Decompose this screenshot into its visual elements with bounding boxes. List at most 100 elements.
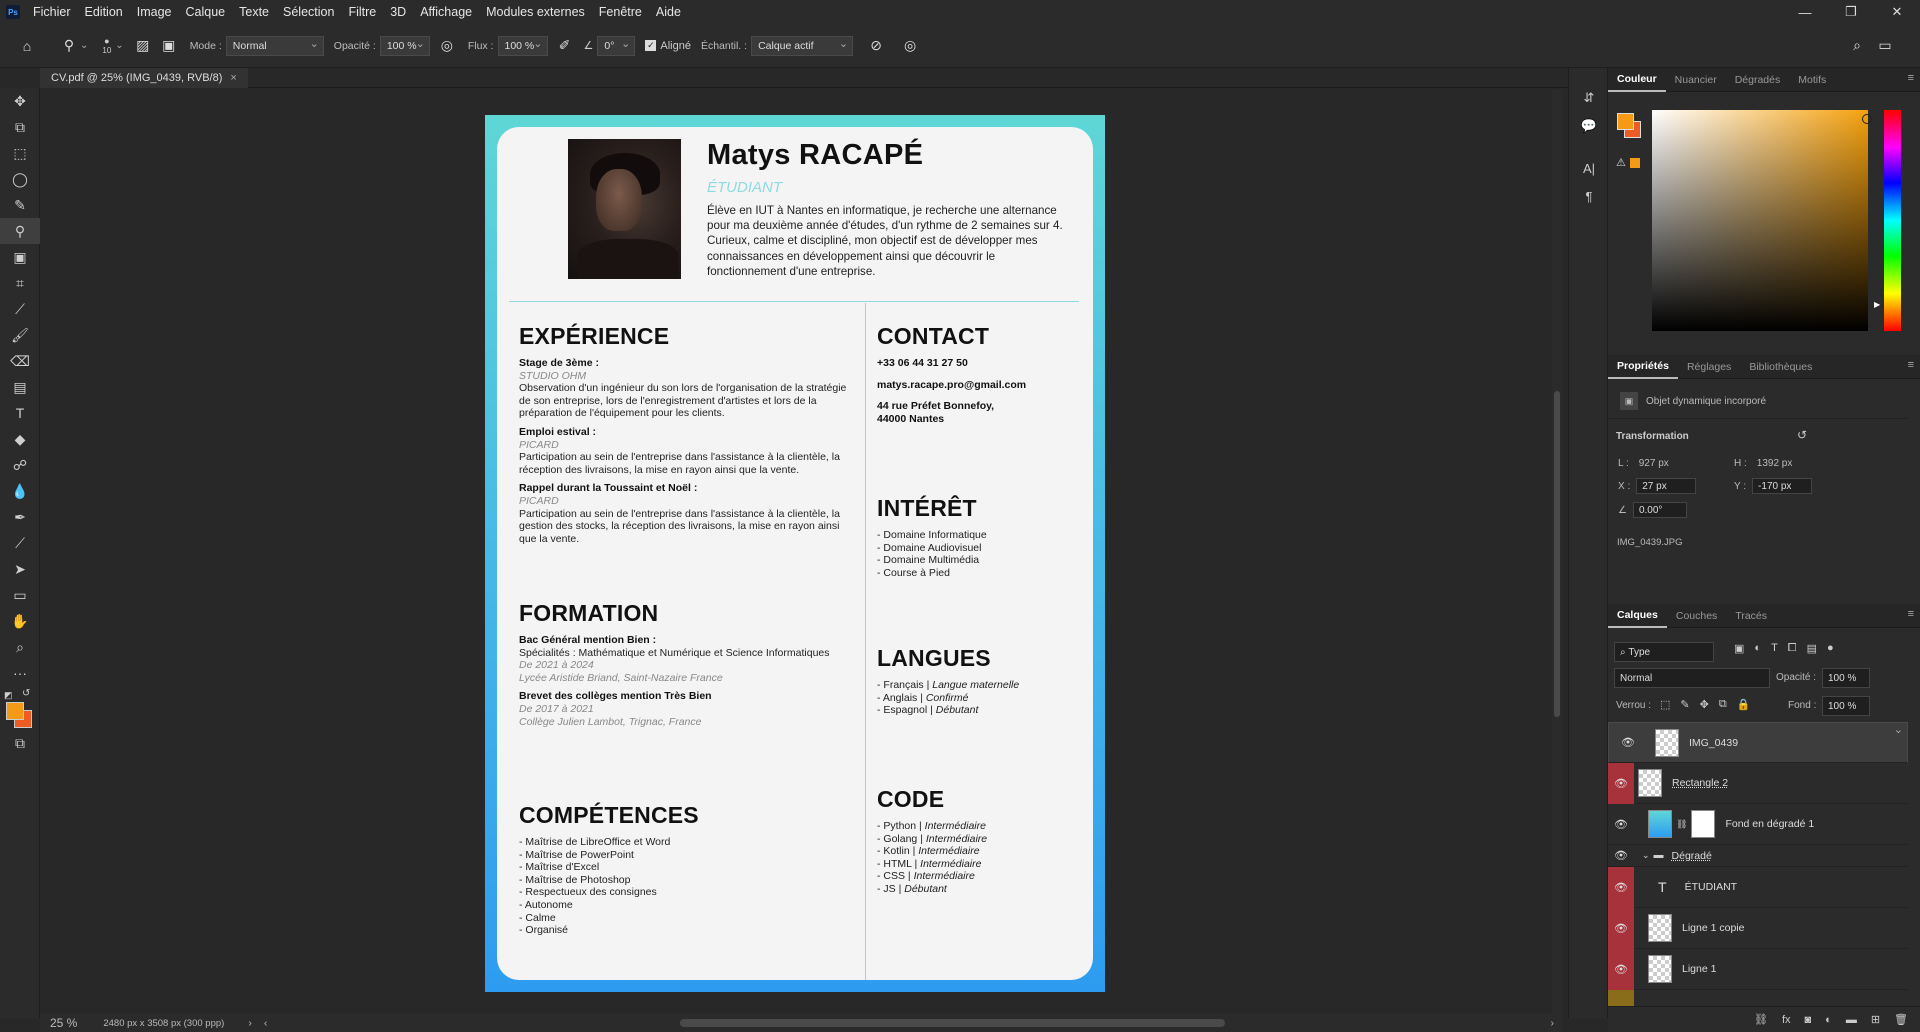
pressure-size-icon[interactable]: ◎: [899, 35, 921, 57]
pen-tool-icon[interactable]: ✒: [0, 504, 40, 530]
tab-calques[interactable]: Calques: [1608, 604, 1667, 628]
lock-artboard-icon[interactable]: ⧉: [1719, 698, 1727, 711]
hand-tool-icon[interactable]: ✋: [0, 608, 40, 634]
vertical-scrollbar[interactable]: [1552, 89, 1562, 1014]
panel-menu-icon[interactable]: ≡: [1908, 72, 1914, 84]
layer-name[interactable]: Dégradé: [1672, 850, 1712, 862]
restore-icon[interactable]: ❐: [1828, 0, 1874, 24]
aligned-checkbox[interactable]: ✓: [645, 40, 657, 51]
panel-foreground-swatch[interactable]: [1617, 113, 1634, 130]
menu-aide[interactable]: Aide: [649, 5, 688, 19]
layer-opacity-input[interactable]: 100 %: [1822, 668, 1870, 688]
gradient-tool-icon[interactable]: ▤: [0, 374, 40, 400]
lasso-tool-icon[interactable]: ◯: [0, 166, 40, 192]
tab-degrades[interactable]: Dégradés: [1726, 68, 1790, 92]
picker-cursor[interactable]: [1862, 114, 1872, 124]
crop-tool-icon[interactable]: ⌗: [0, 270, 40, 296]
tab-couches[interactable]: Couches: [1667, 604, 1726, 628]
screen-mode-icon[interactable]: ⧉: [0, 730, 40, 756]
layer-name[interactable]: Rectangle 2: [1672, 777, 1728, 789]
ignore-adjustment-icon[interactable]: ⊘: [865, 35, 887, 57]
layer-filter-select[interactable]: ⌕ Type: [1614, 642, 1714, 662]
menu-selection[interactable]: Sélection: [276, 5, 341, 19]
visibility-eye-icon[interactable]: 👁: [1608, 948, 1634, 990]
swap-colors-icon[interactable]: ↺: [22, 688, 30, 699]
add-mask-icon[interactable]: ◙: [1805, 1014, 1812, 1026]
sample-select[interactable]: Calque actif: [751, 35, 854, 56]
menu-image[interactable]: Image: [130, 5, 179, 19]
tab-proprietes[interactable]: Propriétés: [1608, 355, 1678, 379]
lock-paint-icon[interactable]: ✎: [1680, 698, 1689, 711]
tab-traces[interactable]: Tracés: [1726, 604, 1776, 628]
layer-name[interactable]: IMG_0439: [1689, 737, 1738, 749]
blend-mode-select[interactable]: Normal: [1614, 668, 1770, 688]
character-icon[interactable]: A|: [1569, 154, 1609, 182]
blur-tool-icon[interactable]: 💧: [0, 478, 40, 504]
menu-fenetre[interactable]: Fenêtre: [592, 5, 649, 19]
filter-type-icon[interactable]: T: [1771, 642, 1778, 655]
stamp-tool-icon[interactable]: ⚲: [58, 35, 80, 57]
eyedropper-tool-icon[interactable]: ⟋: [0, 296, 40, 322]
foreground-color-swatch[interactable]: [6, 702, 24, 720]
fx-icon[interactable]: fx: [1782, 1014, 1791, 1026]
profile-photo[interactable]: [568, 139, 681, 279]
layer-name[interactable]: Ligne 1: [1682, 963, 1716, 975]
menu-3d[interactable]: 3D: [383, 5, 413, 19]
info-chevron-icon[interactable]: ›: [248, 1017, 252, 1029]
menu-texte[interactable]: Texte: [232, 5, 276, 19]
close-tab-icon[interactable]: ×: [230, 72, 236, 84]
brush-size-picker[interactable]: ● 10: [102, 36, 111, 55]
group-row[interactable]: 👁 ⌄ ▬ Dégradé: [1608, 845, 1908, 867]
layer-name[interactable]: Fond en dégradé 1: [1725, 818, 1814, 830]
layer-row[interactable]: 👁 IMG_0439: [1608, 722, 1908, 763]
eraser-tool-icon[interactable]: ⌫: [0, 348, 40, 374]
layer-row[interactable]: 👁 ⛓ Fond en dégradé 1: [1608, 804, 1908, 845]
new-group-icon[interactable]: ▬: [1846, 1014, 1857, 1026]
layer-row[interactable]: 👁 Ligne 1 copie: [1608, 907, 1908, 949]
layer-name[interactable]: ÉTUDIANT: [1685, 881, 1738, 893]
opacity-select[interactable]: 100 %: [379, 35, 430, 56]
filter-shape-icon[interactable]: ⧠: [1788, 642, 1797, 655]
filter-toggle-icon[interactable]: ●: [1827, 642, 1834, 655]
minimize-icon[interactable]: —: [1782, 0, 1828, 24]
y-input[interactable]: -170 px: [1752, 478, 1813, 494]
tab-reglages[interactable]: Réglages: [1678, 355, 1740, 379]
layer-row[interactable]: 👁 Ligne 1: [1608, 948, 1908, 990]
rectangle-tool-icon[interactable]: ▭: [0, 582, 40, 608]
zoom-level[interactable]: 25 %: [50, 1016, 77, 1030]
angle-input[interactable]: 0.00°: [1632, 502, 1687, 518]
lock-all-icon[interactable]: 🔒: [1737, 698, 1751, 711]
x-input[interactable]: 27 px: [1636, 478, 1697, 494]
group-expand-icon[interactable]: ⌄: [1642, 850, 1650, 861]
angle-input[interactable]: 0°: [597, 35, 636, 56]
filter-adjust-icon[interactable]: ◐: [1754, 642, 1761, 655]
marquee-tool-icon[interactable]: ⬚: [0, 140, 40, 166]
home-icon[interactable]: ⌂: [16, 35, 38, 57]
move-tool-icon[interactable]: ✥: [0, 88, 40, 114]
color-sampler-tool-icon[interactable]: ⟋: [0, 530, 40, 556]
history-icon[interactable]: ⇵: [1569, 84, 1609, 112]
tab-nuancier[interactable]: Nuancier: [1666, 68, 1726, 92]
more-tools-icon[interactable]: ···: [0, 660, 40, 686]
hue-slider[interactable]: [1884, 110, 1901, 331]
visibility-eye-icon[interactable]: 👁: [1608, 907, 1634, 949]
default-colors-icon[interactable]: ◩: [4, 690, 13, 701]
scroll-left-icon[interactable]: ‹: [264, 1017, 268, 1029]
vertical-scroll-thumb[interactable]: [1554, 391, 1560, 717]
adjustment-layer-icon[interactable]: ◐: [1825, 1014, 1832, 1026]
brush-tool-icon[interactable]: 🖌: [0, 322, 40, 348]
visibility-eye-icon[interactable]: 👁: [1608, 845, 1634, 867]
link-layers-icon[interactable]: ⛓: [1754, 1013, 1768, 1026]
gamut-swatch[interactable]: [1630, 158, 1640, 168]
mode-select[interactable]: Normal: [225, 35, 324, 56]
cv-document[interactable]: Matys RACAPÉ ÉTUDIANT Élève en IUT à Nan…: [485, 115, 1105, 992]
hue-slider-handle-icon[interactable]: ▶: [1874, 300, 1880, 309]
filter-smart-icon[interactable]: ▤: [1807, 642, 1817, 655]
fill-input[interactable]: 100 %: [1822, 696, 1870, 716]
tool-preset-chevron-icon[interactable]: ⌄: [80, 40, 88, 51]
workspace-icon[interactable]: ▭: [1874, 35, 1896, 57]
comments-icon[interactable]: 💬: [1569, 112, 1609, 140]
delete-layer-icon[interactable]: 🗑: [1894, 1013, 1908, 1026]
tab-bibliotheques[interactable]: Bibliothèques: [1740, 355, 1821, 379]
color-picker-field[interactable]: [1652, 110, 1872, 331]
